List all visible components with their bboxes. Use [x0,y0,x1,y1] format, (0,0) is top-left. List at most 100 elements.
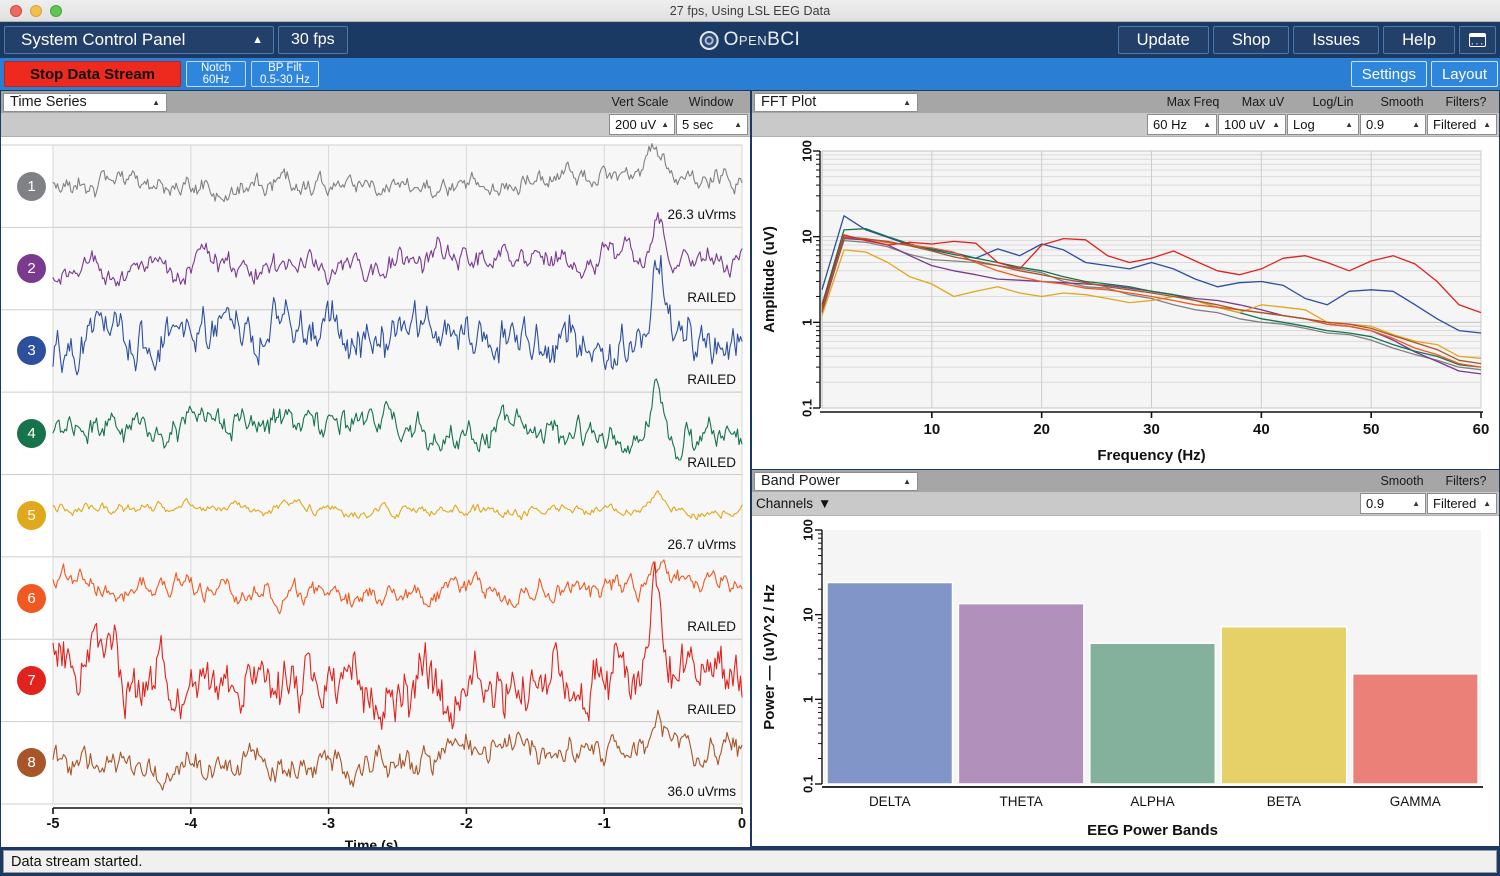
fft-x-tick: 60 [1473,421,1490,438]
fft-y-tick: 1 [799,319,814,326]
max-freq-dropdown[interactable]: 60 Hz ▲ [1147,114,1217,135]
band-power-y-axis-label: Power — (uV)^2 / Hz [761,584,778,729]
window-icon [1469,33,1486,50]
band-power-category-label: BETA [1267,794,1301,809]
window-dropdown[interactable]: 5 sec ▲ [676,114,748,135]
channel-number: 4 [27,424,36,442]
channels-dropdown-button[interactable]: Channels ▼ [756,496,831,511]
max-freq-value: 60 Hz [1153,117,1187,132]
stop-data-stream-label: Stop Data Stream [29,65,156,83]
fft-widget: FFT Plot ▲ Max Freq Max uV Log/Lin Smoot… [751,90,1500,470]
bandpass-filter-button[interactable]: BP Filt 0.5-30 Hz [251,61,319,87]
issues-button[interactable]: Issues [1293,26,1380,54]
time-series-canvas [1,143,743,814]
issues-label: Issues [1312,30,1361,49]
time-series-control-labels: Vert Scale Window [606,91,748,113]
shop-button[interactable]: Shop [1212,26,1290,54]
log-lin-value: Log [1293,117,1315,132]
caret-up-icon: ▲ [252,34,263,46]
window-options-button[interactable] [1459,26,1496,54]
chevron-up-icon: ▲ [903,476,911,486]
bpfilt-label-top: BP Filt [268,62,302,74]
time-axis-tick: -1 [597,816,611,832]
channel-status-3: RAILED [687,372,736,388]
channel-badge-7[interactable]: 7 [17,665,46,695]
channel-status-7: RAILED [687,701,736,717]
bp-smooth-value: 0.9 [1366,496,1385,511]
fps-indicator[interactable]: 30 fps [278,26,348,54]
band-power-title: Band Power [761,473,840,489]
chevron-up-icon: ▲ [1272,120,1280,129]
band-power-bar [1351,673,1479,785]
band-power-controls: 0.9 ▲ Filtered ▲ [1360,493,1497,514]
channel-status-1: 26.3 uVrms [667,207,736,223]
channel-badge-1[interactable]: 1 [17,171,46,201]
band-power-bar [1220,625,1348,785]
time-series-widget-selector[interactable]: Time Series ▲ [3,92,167,112]
max-uv-value: 100 uV [1224,117,1266,132]
layout-label: Layout [1441,65,1487,83]
fft-x-tick: 20 [1033,421,1050,438]
time-series-plot-area[interactable]: 1 26.3 uVrms 2 RAILED 3 RAILED 4 RAILED 5 26.7 uV… [1,137,750,853]
band-power-y-tick: 10 [800,607,815,621]
layout-button[interactable]: Layout [1430,61,1498,87]
chevron-up-icon: ▲ [903,97,911,107]
bpfilt-label-bottom: 0.5-30 Hz [260,74,310,86]
fft-widget-selector[interactable]: FFT Plot ▲ [754,92,918,112]
channel-number: 6 [27,589,36,607]
window-title: 27 fps, Using LSL EEG Data [669,3,831,18]
openbci-logo-text: OpenBCI [723,29,801,50]
settings-button[interactable]: Settings [1350,61,1427,87]
bp-filters-value: Filtered [1433,496,1477,511]
band-power-y-tick: 0.1 [800,775,815,793]
system-control-panel-button[interactable]: System Control Panel ▲ [4,26,274,54]
fft-filters-value: Filtered [1433,117,1477,132]
max-uv-dropdown[interactable]: 100 uV ▲ [1218,114,1286,135]
log-lin-dropdown[interactable]: Log ▲ [1287,114,1359,135]
channel-badge-4[interactable]: 4 [17,418,46,448]
update-button[interactable]: Update [1117,26,1209,54]
fft-x-tick: 50 [1363,421,1380,438]
time-series-widget: Time Series ▲ Vert Scale Window 200 uV ▲… [0,90,751,853]
channel-badge-5[interactable]: 5 [17,501,46,531]
band-power-plot-area[interactable]: 0.1 1 10 100 DELTA THETA ALPHA BETA GAMMA EEG Pow… [752,516,1499,846]
channel-number: 5 [27,507,36,525]
fft-filters-dropdown[interactable]: Filtered ▲ [1427,114,1497,135]
band-power-bar [1089,642,1217,785]
band-power-canvas: 0.1 1 10 100 DELTA THETA ALPHA BETA GAMMA EEG Pow… [761,519,1483,839]
max-freq-label: Max Freq [1166,95,1220,109]
fft-y-tick: 0.1 [799,399,814,417]
stop-data-stream-button[interactable]: Stop Data Stream [4,61,181,87]
fft-y-axis-label: Amplitude (uV) [761,226,778,333]
fft-header: FFT Plot ▲ Max Freq Max uV Log/Lin Smoot… [752,91,1499,113]
notch-label-top: Notch [200,62,232,74]
time-axis-tick: -2 [459,816,473,832]
help-label: Help [1402,30,1436,49]
notch-filter-button[interactable]: Notch 60Hz [186,61,246,87]
update-label: Update [1136,30,1190,49]
fps-label: 30 fps [291,31,335,48]
chevron-up-icon: ▲ [1483,120,1491,129]
settings-label: Settings [1361,65,1416,83]
channel-badge-6[interactable]: 6 [17,583,46,613]
fft-canvas: 0.1 1 10 100 10 20 30 40 50 60 Frequency (Hz) Ampli… [761,140,1490,464]
channel-status-5: 26.7 uVrms [667,536,736,552]
band-power-bar [826,581,954,785]
band-power-widget-selector[interactable]: Band Power ▲ [754,471,918,491]
fft-plot-area[interactable]: 0.1 1 10 100 10 20 30 40 50 60 Frequency (Hz) Ampli… [752,137,1499,470]
bp-smooth-label: Smooth [1380,474,1424,488]
fft-smooth-dropdown[interactable]: 0.9 ▲ [1360,114,1426,135]
bp-smooth-dropdown[interactable]: 0.9 ▲ [1360,493,1426,514]
time-series-title: Time Series [10,94,87,110]
chevron-up-icon: ▲ [1345,120,1353,129]
time-axis-tick: -5 [46,816,60,832]
os-titlebar: 27 fps, Using LSL EEG Data [0,0,1500,22]
help-button[interactable]: Help [1383,26,1455,54]
vert-scale-dropdown[interactable]: 200 uV ▲ [609,114,675,135]
fft-smooth-value: 0.9 [1366,117,1385,132]
fft-x-tick: 40 [1253,421,1270,438]
channel-badge-2[interactable]: 2 [17,254,46,284]
channel-number: 7 [27,671,36,689]
bp-filters-dropdown[interactable]: Filtered ▲ [1427,493,1497,514]
band-power-bar [957,602,1085,785]
